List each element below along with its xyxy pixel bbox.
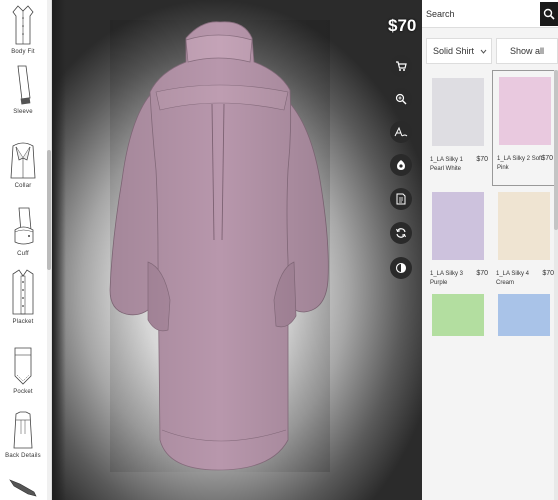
fabric-list-scroll-thumb[interactable]	[554, 70, 558, 230]
price-label: $70	[388, 16, 417, 35]
sidebar-item-back-details[interactable]: Back Details	[0, 410, 46, 459]
sidebar-item-label: Cuff	[17, 251, 29, 257]
fabric-name: 1_LA Silky 4 Cream	[496, 271, 530, 286]
fabric-swatch	[499, 77, 551, 145]
sidebar-item-cuff[interactable]: Cuff	[0, 206, 46, 257]
fabric-card[interactable]	[426, 288, 490, 348]
contrast-icon	[395, 262, 407, 274]
summary-icon	[396, 193, 406, 205]
shirt-preview-stage: $70	[52, 0, 422, 500]
fabric-name: 1_LA Silky 2 Soft Pink	[497, 156, 543, 171]
hem-icon	[9, 479, 37, 497]
customization-sidebar: Body Fit Sleeve Collar Cuff Placket Pock…	[0, 0, 52, 500]
cuff-icon	[14, 207, 34, 245]
fabric-price: $70	[476, 156, 488, 163]
fabric-price: $70	[541, 155, 553, 162]
fabric-price: $70	[542, 270, 554, 277]
zoom-button[interactable]	[390, 88, 412, 110]
sidebar-item-body-fit[interactable]: Body Fit	[0, 4, 46, 55]
monogram-button[interactable]	[390, 121, 412, 143]
fabric-price: $70	[476, 270, 488, 277]
fabric-button[interactable]	[390, 154, 412, 176]
fabric-icon	[397, 160, 405, 170]
rotate-icon	[396, 228, 406, 238]
contrast-button[interactable]	[390, 257, 412, 279]
chevron-down-icon	[480, 49, 487, 54]
fabric-card[interactable]: 1_LA Silky 1 Pearl White $70	[426, 72, 490, 188]
search-bar	[422, 0, 558, 28]
add-to-cart-button[interactable]	[390, 55, 412, 77]
sidebar-item-label: Placket	[12, 319, 34, 325]
fabric-card[interactable]: 1_LA Silky 3 Purple $70	[426, 186, 490, 302]
filter-row: Solid Shirt Show all	[422, 38, 558, 64]
sleeve-icon	[17, 65, 31, 105]
sidebar-scroll-thumb[interactable]	[47, 150, 51, 270]
sidebar-item-sleeve[interactable]: Sleeve	[0, 64, 46, 115]
search-button[interactable]	[540, 2, 558, 26]
body-fit-icon	[12, 5, 34, 45]
fabric-name: 1_LA Silky 3 Purple	[430, 271, 464, 286]
collar-icon	[10, 142, 36, 179]
sidebar-item-collar[interactable]: Collar	[0, 138, 46, 189]
sidebar-item-label: Sleeve	[13, 109, 33, 115]
sidebar-item-pocket[interactable]: Pocket	[0, 346, 46, 395]
back-details-icon	[13, 411, 33, 449]
fabric-card-selected[interactable]: 1_LA Silky 2 Soft Pink $70	[492, 70, 556, 186]
rotate-view-button[interactable]	[390, 222, 412, 244]
fabric-swatch	[432, 78, 484, 146]
show-all-button[interactable]: Show all	[496, 38, 558, 64]
search-input[interactable]	[426, 6, 534, 22]
fabric-swatch	[498, 294, 550, 336]
fabric-category-select[interactable]: Solid Shirt	[426, 38, 492, 64]
fabric-swatch	[498, 192, 550, 260]
placket-icon	[12, 269, 34, 315]
fabric-category-value: Solid Shirt	[433, 46, 475, 56]
shirt-back-view[interactable]	[52, 0, 422, 500]
sidebar-item-label: Pocket	[13, 389, 33, 395]
sidebar-item-label: Back Details	[5, 453, 41, 459]
search-icon	[543, 8, 555, 20]
fabric-card[interactable]	[492, 288, 556, 348]
fabric-panel: Solid Shirt Show all 1_LA Silky 1 Pearl …	[422, 0, 558, 500]
fabric-swatch	[432, 294, 484, 336]
monogram-icon	[394, 126, 408, 137]
fabric-name: 1_LA Silky 1 Pearl White	[430, 157, 464, 172]
pocket-icon	[14, 347, 32, 385]
sidebar-item-label: Collar	[14, 183, 32, 189]
sidebar-item-hem[interactable]	[0, 478, 46, 498]
summary-button[interactable]	[390, 188, 412, 210]
cart-icon	[396, 61, 407, 71]
fabric-swatch	[432, 192, 484, 260]
fabric-card[interactable]: 1_LA Silky 4 Cream $70	[492, 186, 556, 302]
sidebar-item-label: Body Fit	[11, 49, 35, 55]
sidebar-item-placket[interactable]: Placket	[0, 268, 46, 325]
zoom-icon	[395, 93, 407, 105]
